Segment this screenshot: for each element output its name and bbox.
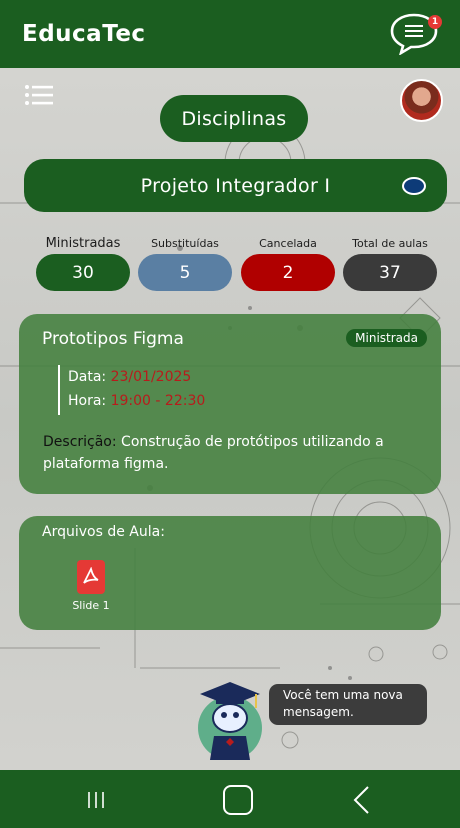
top-app-bar: EducaTec 1 <box>0 0 460 68</box>
file-label: Slide 1 <box>72 599 110 612</box>
back-button[interactable] <box>342 784 382 816</box>
stat-label: Ministradas <box>45 236 121 251</box>
class-details: Data: 23/01/2025 Hora: 19:00 - 22:30 <box>58 365 205 415</box>
stat-ministradas[interactable]: Ministradas 30 <box>36 234 130 291</box>
files-title: Arquivos de Aula: <box>42 524 165 540</box>
mascot-avatar[interactable] <box>196 676 264 760</box>
system-nav-bar <box>0 770 460 828</box>
course-name: Projeto Integrador I <box>140 174 331 197</box>
home-button[interactable] <box>218 784 258 816</box>
user-avatar[interactable] <box>400 79 443 122</box>
stat-value: 30 <box>36 254 130 291</box>
recent-apps-button[interactable] <box>76 784 116 816</box>
page-title[interactable]: Disciplinas <box>160 95 308 142</box>
stat-total[interactable]: Total de aulas 37 <box>343 234 437 291</box>
app-title: EducaTec <box>22 21 146 47</box>
class-description: Descrição: Construção de protótipos util… <box>43 431 413 475</box>
date-row: Data: 23/01/2025 <box>68 365 205 389</box>
class-title: Prototipos Figma <box>42 329 184 349</box>
stat-label: Cancelada <box>259 237 317 250</box>
notification-badge: 1 <box>428 15 442 29</box>
stat-label: Substituídas <box>151 237 219 250</box>
time-row: Hora: 19:00 - 22:30 <box>68 389 205 413</box>
files-card: Arquivos de Aula: Slide 1 <box>19 516 441 630</box>
stat-cancelada[interactable]: Cancelada 2 <box>241 234 335 291</box>
assistant-message-bubble[interactable]: Você tem uma nova mensagem. <box>269 684 427 725</box>
stat-substituidas[interactable]: Substituídas 5 <box>138 234 232 291</box>
time-value: 19:00 - 22:30 <box>110 393 206 409</box>
date-value: 23/01/2025 <box>110 369 192 385</box>
date-label: Data: <box>68 369 107 385</box>
stat-value: 2 <box>241 254 335 291</box>
class-card[interactable]: Prototipos Figma Ministrada Data: 23/01/… <box>19 314 441 494</box>
file-item[interactable]: Slide 1 <box>71 560 111 612</box>
stat-value: 5 <box>138 254 232 291</box>
home-icon <box>223 785 253 815</box>
stat-label: Total de aulas <box>352 237 428 250</box>
pdf-icon <box>77 560 105 594</box>
status-badge: Ministrada <box>346 329 427 347</box>
menu-button[interactable] <box>24 84 54 106</box>
stat-value: 37 <box>343 254 437 291</box>
back-icon <box>353 786 369 814</box>
course-color-dot <box>402 177 426 195</box>
hamburger-menu-icon <box>25 85 53 105</box>
recent-apps-icon <box>88 792 104 808</box>
description-label: Descrição: <box>43 434 117 450</box>
chat-button[interactable]: 1 <box>390 11 442 57</box>
time-label: Hora: <box>68 393 107 409</box>
course-selector[interactable]: Projeto Integrador I <box>24 159 447 212</box>
